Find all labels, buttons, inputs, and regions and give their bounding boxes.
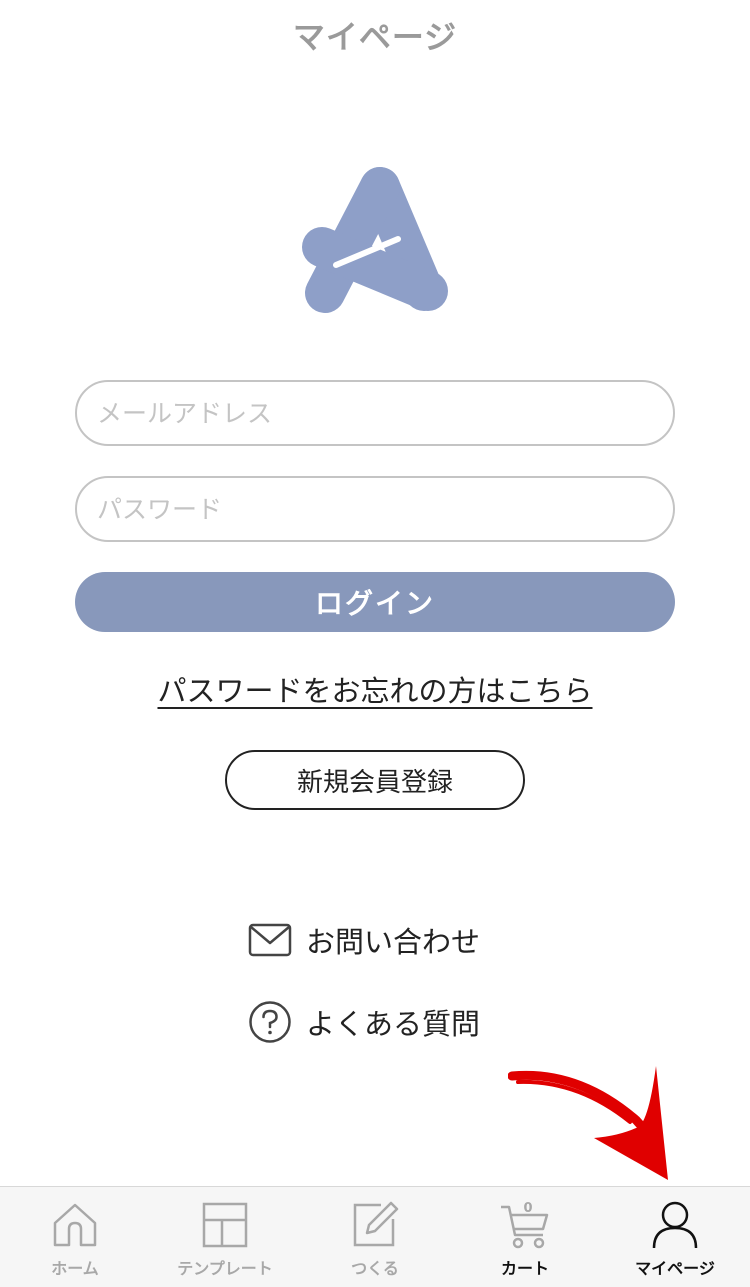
- bottom-tab-bar: ホーム テンプレート つくる 0 カート マイページ: [0, 1186, 750, 1287]
- tab-create[interactable]: つくる: [300, 1187, 450, 1287]
- register-button-label: 新規会員登録: [296, 767, 453, 798]
- edit-icon: [349, 1199, 401, 1251]
- template-icon: [199, 1199, 251, 1251]
- cart-icon: 0: [499, 1199, 551, 1251]
- cart-count-badge: 0: [523, 1201, 532, 1216]
- login-button-label: ログイン: [314, 587, 435, 620]
- annotation-arrow-icon: [508, 1066, 668, 1180]
- login-button[interactable]: ログイン: [75, 572, 675, 632]
- app-logo: [302, 167, 448, 313]
- tab-cart[interactable]: 0 カート: [450, 1187, 600, 1287]
- forgot-password-link[interactable]: パスワードをお忘れの方はこちら: [0, 668, 750, 710]
- email-input[interactable]: [77, 382, 673, 444]
- password-input[interactable]: [77, 478, 673, 540]
- tab-mypage-label: マイページ: [635, 1259, 715, 1278]
- tab-create-label: つくる: [351, 1259, 399, 1278]
- user-icon: [649, 1199, 701, 1251]
- tab-mypage[interactable]: マイページ: [600, 1187, 750, 1287]
- mail-icon: [248, 918, 292, 962]
- tab-template-label: テンプレート: [177, 1259, 273, 1278]
- contact-link[interactable]: お問い合わせ: [248, 918, 480, 962]
- page-title: マイページ: [292, 18, 458, 56]
- tab-home[interactable]: ホーム: [0, 1187, 150, 1287]
- tab-home-label: ホーム: [51, 1259, 99, 1278]
- home-icon: [49, 1199, 101, 1251]
- tab-template[interactable]: テンプレート: [150, 1187, 300, 1287]
- question-icon: [248, 1000, 292, 1044]
- faq-label: よくある質問: [306, 1007, 481, 1041]
- email-field-wrapper: [75, 380, 675, 446]
- faq-link[interactable]: よくある質問: [248, 1000, 480, 1044]
- tab-cart-label: カート: [500, 1259, 549, 1278]
- password-field-wrapper: [75, 476, 675, 542]
- register-button[interactable]: 新規会員登録: [225, 750, 525, 810]
- contact-label: お問い合わせ: [306, 925, 481, 959]
